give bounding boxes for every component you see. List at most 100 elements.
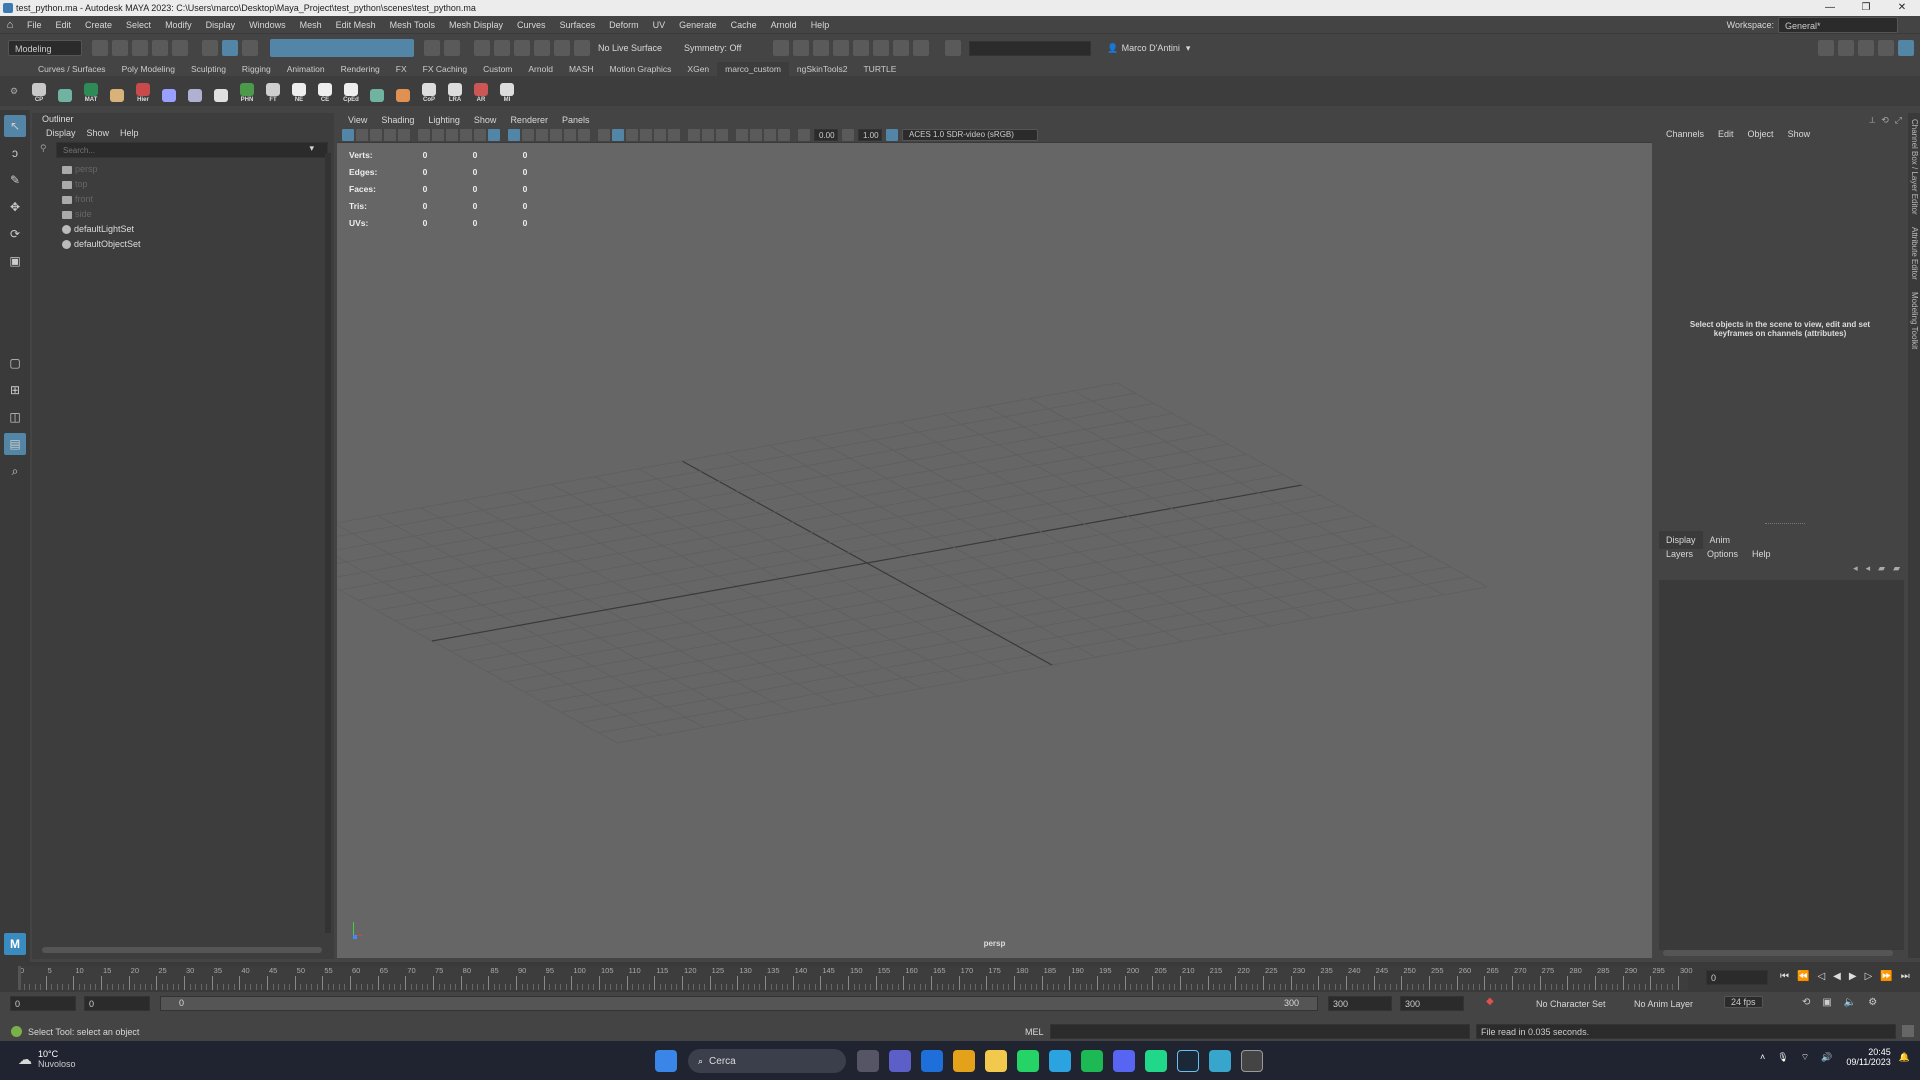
open-scene-icon[interactable] [112,40,128,56]
make-live-icon[interactable] [574,40,590,56]
mask-dynamics-icon[interactable] [374,40,390,56]
shelf-tool-icon[interactable]: Hier [132,79,154,103]
viewport-panel[interactable]: View Shading Lighting Show Renderer Panels [337,113,1652,958]
channel-box-refresh-icon[interactable]: ⟲ [1881,115,1889,126]
clock-date[interactable]: 09/11/2023 [1846,1057,1890,1067]
shelf-tool-icon[interactable]: MAT [80,79,102,103]
outliner-vscroll[interactable] [325,153,331,933]
shelf-tab[interactable]: MASH [561,62,602,76]
paint-select-tool-icon[interactable]: ✎ [4,169,26,191]
use-default-material-icon[interactable] [598,128,610,141]
exposure-icon[interactable] [798,128,810,141]
outliner-item[interactable]: persp [32,162,334,177]
redo-icon[interactable] [172,40,188,56]
end-time-field[interactable]: 300 [1400,996,1464,1011]
shelf-tab[interactable]: Curves / Surfaces [30,62,114,76]
maya-taskbar-icon[interactable] [1209,1050,1231,1072]
menu-set-dropdown[interactable]: Modeling [8,40,82,56]
live-surface-label[interactable]: No Live Surface [598,43,662,53]
ambient-occlusion-icon[interactable] [668,128,680,141]
outliner-item[interactable]: top [32,177,334,192]
single-perspective-view-icon[interactable]: ▢ [4,352,26,374]
steam-icon[interactable] [1177,1050,1199,1072]
file-explorer-icon[interactable] [985,1050,1007,1072]
outliner-item[interactable]: defaultLightSet [32,222,334,237]
color-management-icon[interactable] [886,128,898,141]
outliner-item[interactable]: defaultObjectSet [32,237,334,252]
create-layer-from-selected-icon[interactable]: ▰ [1893,563,1900,574]
shelf-tool-icon[interactable] [54,79,76,103]
layer-list[interactable] [1659,580,1904,950]
snap-view-plane-icon[interactable] [554,40,570,56]
viewport-menu-shading[interactable]: Shading [374,113,421,129]
menu-edit-mesh[interactable]: Edit Mesh [329,16,383,34]
textured-icon[interactable] [626,128,638,141]
shelf-tool-icon[interactable] [366,79,388,103]
channel-box-menu-edit[interactable]: Edit [1711,125,1741,143]
menu-display[interactable]: Display [199,16,243,34]
field-chart-icon[interactable] [522,128,534,141]
snap-point-icon[interactable] [514,40,530,56]
shelf-tool-icon[interactable]: FT [262,79,284,103]
side-tab[interactable]: Attribute Editor [1910,221,1919,286]
select-by-name-icon[interactable] [444,40,460,56]
play-forwards-icon[interactable]: ▶ [1849,971,1857,982]
anim-start-field[interactable]: 0 [84,996,150,1011]
snap-curve-icon[interactable] [494,40,510,56]
bookmarks-icon[interactable] [370,128,382,141]
menu-help[interactable]: Help [804,16,837,34]
shelf-tab[interactable]: FX Caching [415,62,475,76]
new-scene-icon[interactable] [92,40,108,56]
shelf-tab[interactable]: Animation [279,62,333,76]
select-hierarchy-icon[interactable] [202,40,218,56]
search-input[interactable] [56,142,328,158]
time-ruler[interactable]: 0 5 10 15 20 25 30 35 40 45 50 55 60 65 70 75 80 85 90 95 10… [18,966,1693,990]
move-layer-up-icon[interactable]: ◂ [1853,563,1858,574]
home-icon[interactable]: ⌂ [0,19,20,31]
mask-handles-icon[interactable] [274,40,290,56]
rotate-tool-icon[interactable]: ⟳ [4,223,26,245]
mask-curves-icon[interactable] [314,40,330,56]
current-frame-field[interactable]: 0 [1706,970,1768,985]
shelf-tab[interactable]: Motion Graphics [602,62,680,76]
viewport-menu-panels[interactable]: Panels [555,113,597,129]
start-time-field[interactable]: 0 [10,996,76,1011]
menu-mesh[interactable]: Mesh [293,16,329,34]
shelf-tool-icon[interactable] [210,79,232,103]
shelf-tab[interactable]: XGen [679,62,717,76]
shelf-tab[interactable]: Poly Modeling [114,62,183,76]
shelf-tab[interactable]: marco_custom [717,62,789,76]
mask-joints-icon[interactable] [294,40,310,56]
isolate-select-icon[interactable] [736,128,748,141]
shelf-tab[interactable]: Custom [475,62,520,76]
shadows-icon[interactable] [654,128,666,141]
layer-menu-layers[interactable]: Layers [1659,545,1700,563]
viewport-menu-lighting[interactable]: Lighting [421,113,467,129]
motion-blur-icon[interactable] [688,128,700,141]
menu-create[interactable]: Create [78,16,119,34]
side-tab[interactable]: Modeling Toolkit [1910,286,1919,355]
save-scene-icon[interactable] [132,40,148,56]
panel-splitter[interactable] [1765,523,1805,525]
grid-icon[interactable] [432,128,444,141]
grease-pencil-icon[interactable] [418,128,430,141]
range-slider-end[interactable]: 300 [1284,998,1299,1008]
multisample-icon[interactable] [702,128,714,141]
range-slider-start[interactable]: 0 [179,998,184,1008]
menu-curves[interactable]: Curves [510,16,553,34]
four-view-icon[interactable]: ⊞ [4,379,26,401]
menu-mesh-tools[interactable]: Mesh Tools [383,16,442,34]
channel-box-options-icon[interactable]: ⟂ [1869,115,1875,126]
channel-box-menu-channels[interactable]: Channels [1659,125,1711,143]
select-object-icon[interactable] [222,40,238,56]
shelf-tool-icon[interactable]: NE [288,79,310,103]
workspace-dropdown[interactable]: General* [1778,16,1898,33]
menu-surfaces[interactable]: Surfaces [553,16,603,34]
menu-arnold[interactable]: Arnold [764,16,804,34]
character-set-label[interactable]: No Character Set [1536,999,1606,1009]
range-slider-bar[interactable]: 0 300 [160,996,1318,1011]
snap-projected-center-icon[interactable] [534,40,550,56]
shelf-tab[interactable]: FX [388,62,415,76]
clock-time[interactable]: 20:45 [1846,1047,1891,1057]
menu-mesh-display[interactable]: Mesh Display [442,16,510,34]
